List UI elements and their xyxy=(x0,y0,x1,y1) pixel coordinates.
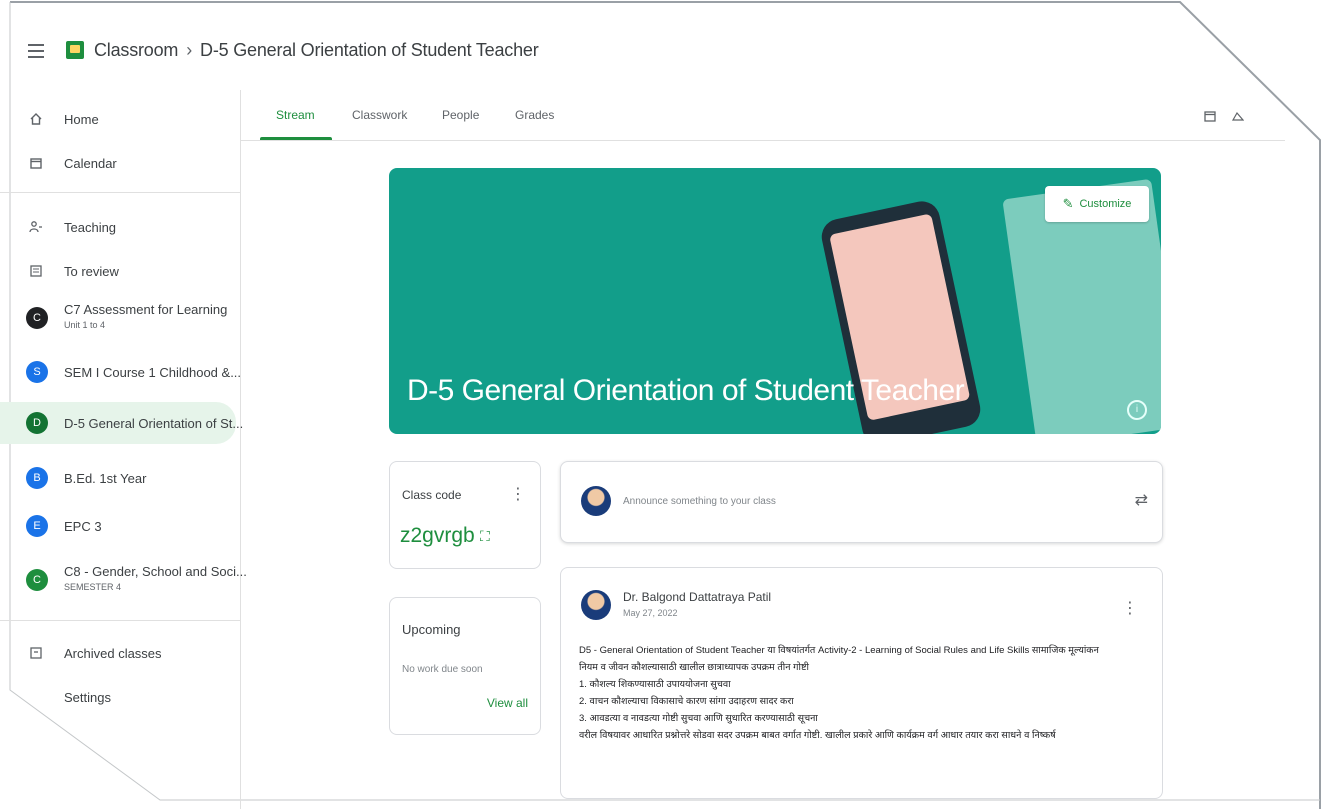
post-line: नियम व जीवन कौशल्यासाठी खालील छात्राध्या… xyxy=(579,662,809,673)
tab-bar: Stream Classwork People Grades xyxy=(240,90,1285,141)
post-line: 2. वाचन कौशल्याचा विकासाचे कारण सांगा उद… xyxy=(579,696,794,707)
repost-icon[interactable]: ⇄ xyxy=(1135,490,1148,510)
class-avatar: C xyxy=(26,307,48,329)
customize-label: Customize xyxy=(1079,198,1132,210)
sidebar-class-c7[interactable]: C C7 Assessment for Learning Unit 1 to 4 xyxy=(0,296,236,340)
sidebar-item-label: B.Ed. 1st Year xyxy=(64,470,147,486)
upcoming-card: Upcoming No work due soon View all xyxy=(389,597,541,735)
post-body: D5 - General Orientation of Student Teac… xyxy=(579,642,1149,744)
drive-folder-icon[interactable] xyxy=(1231,110,1245,122)
calendar-icon[interactable] xyxy=(1204,110,1216,122)
post-author: Dr. Balgond Dattatraya Patil xyxy=(623,590,772,604)
class-code-value: z2gvrgb xyxy=(400,524,475,547)
class-avatar: E xyxy=(26,515,48,537)
sidebar-class-sem1[interactable]: S SEM I Course 1 Childhood &... xyxy=(0,352,241,392)
author-avatar xyxy=(581,590,611,620)
sidebar: Home Calendar Teaching To review C C7 As… xyxy=(0,90,247,809)
sidebar-item-label: Home xyxy=(64,111,99,127)
announce-box[interactable]: Announce something to your class ⇄ xyxy=(560,461,1163,543)
sidebar-item-settings[interactable]: Settings xyxy=(0,678,236,716)
more-vert-icon[interactable]: ⋮ xyxy=(510,484,526,504)
tab-grades[interactable]: Grades xyxy=(515,108,554,122)
sidebar-divider xyxy=(0,620,240,621)
fullscreen-icon[interactable]: ⛶ xyxy=(480,528,490,545)
home-icon xyxy=(28,111,44,127)
top-app-bar: Classroom › D-5 General Orientation of Stu… xyxy=(0,0,1325,88)
sidebar-item-teaching[interactable]: Teaching xyxy=(0,208,236,246)
hamburger-menu-icon[interactable] xyxy=(28,44,44,58)
sidebar-item-label: D-5 General Orientation of St... xyxy=(64,415,244,431)
sidebar-item-label: Calendar xyxy=(64,155,117,171)
breadcrumb: Classroom › D-5 General Orientation of Stu… xyxy=(94,40,539,61)
class-avatar: C xyxy=(26,569,48,591)
class-avatar: B xyxy=(26,467,48,489)
user-avatar xyxy=(581,486,611,516)
sidebar-divider xyxy=(0,192,240,193)
post-line: D5 - General Orientation of Student Teac… xyxy=(579,645,1099,656)
class-avatar: D xyxy=(26,412,48,434)
post-line: 3. आवडत्या व नावडत्या गोष्टी सुचवा आणि स… xyxy=(579,713,818,724)
sidebar-item-sub: SEMESTER 4 xyxy=(64,582,122,592)
tab-classwork[interactable]: Classwork xyxy=(352,108,407,122)
tab-stream[interactable]: Stream xyxy=(276,108,315,122)
sidebar-item-sub: Unit 1 to 4 xyxy=(64,320,106,330)
post-line: 1. कौशल्य शिकण्यासाठी उपाययोजना सुचवा xyxy=(579,679,731,690)
sidebar-item-label: SEM I Course 1 Childhood &... xyxy=(64,364,242,380)
teaching-icon xyxy=(28,219,44,235)
sidebar-item-label: To review xyxy=(64,263,119,279)
customize-button[interactable]: ✎ Customize xyxy=(1045,186,1149,222)
class-code-title: Class code xyxy=(402,488,462,502)
sidebar-item-label: Teaching xyxy=(64,219,117,235)
class-code-card: Class code ⋮ z2gvrgb ⛶ xyxy=(389,461,541,569)
banner-title: D-5 General Orientation of Student Teach… xyxy=(407,374,965,407)
sidebar-class-bed[interactable]: B B.Ed. 1st Year xyxy=(0,458,236,498)
stream-post: Dr. Balgond Dattatraya Patil May 27, 202… xyxy=(560,567,1163,799)
class-title: D-5 General Orientation of Student Teach… xyxy=(200,40,539,60)
view-all-link[interactable]: View all xyxy=(487,696,528,710)
sidebar-item-label: C7 Assessment for Learning xyxy=(64,302,228,317)
sidebar-class-d5[interactable]: D D-5 General Orientation of St... xyxy=(0,402,243,444)
active-tab-indicator xyxy=(260,137,332,140)
more-vert-icon[interactable]: ⋮ xyxy=(1122,598,1138,618)
sidebar-item-to-review[interactable]: To review xyxy=(0,252,236,290)
sidebar-class-c8[interactable]: C C8 - Gender, School and Soci... SEMEST… xyxy=(0,558,247,602)
sidebar-item-archived[interactable]: Archived classes xyxy=(0,634,236,672)
class-banner: D-5 General Orientation of Student Teach… xyxy=(389,168,1161,434)
announce-placeholder[interactable]: Announce something to your class xyxy=(623,496,776,507)
sidebar-item-label: Archived classes xyxy=(64,645,162,661)
sidebar-item-label: C8 - Gender, School and Soci... xyxy=(64,564,247,579)
post-date: May 27, 2022 xyxy=(623,608,678,618)
breadcrumb-separator: › xyxy=(186,40,193,60)
pencil-icon: ✎ xyxy=(1062,196,1074,211)
sidebar-item-home[interactable]: Home xyxy=(0,100,236,138)
classroom-logo-icon xyxy=(66,41,84,59)
post-line: वरील विषयावर आधारित प्रश्नोत्तरे सोडवा स… xyxy=(579,730,1056,741)
class-avatar: S xyxy=(26,361,48,383)
upcoming-title: Upcoming xyxy=(402,622,461,637)
sidebar-item-calendar[interactable]: Calendar xyxy=(0,144,236,182)
info-icon[interactable]: i xyxy=(1127,400,1147,420)
archive-icon xyxy=(28,645,44,661)
sidebar-item-label: Settings xyxy=(64,689,111,705)
to-review-icon xyxy=(28,263,44,279)
calendar-icon xyxy=(28,155,44,171)
tab-people[interactable]: People xyxy=(442,108,479,122)
upcoming-empty-text: No work due soon xyxy=(402,664,483,675)
sidebar-class-epc3[interactable]: E EPC 3 xyxy=(0,506,236,546)
app-name[interactable]: Classroom xyxy=(94,40,178,60)
sidebar-item-label: EPC 3 xyxy=(64,518,102,534)
